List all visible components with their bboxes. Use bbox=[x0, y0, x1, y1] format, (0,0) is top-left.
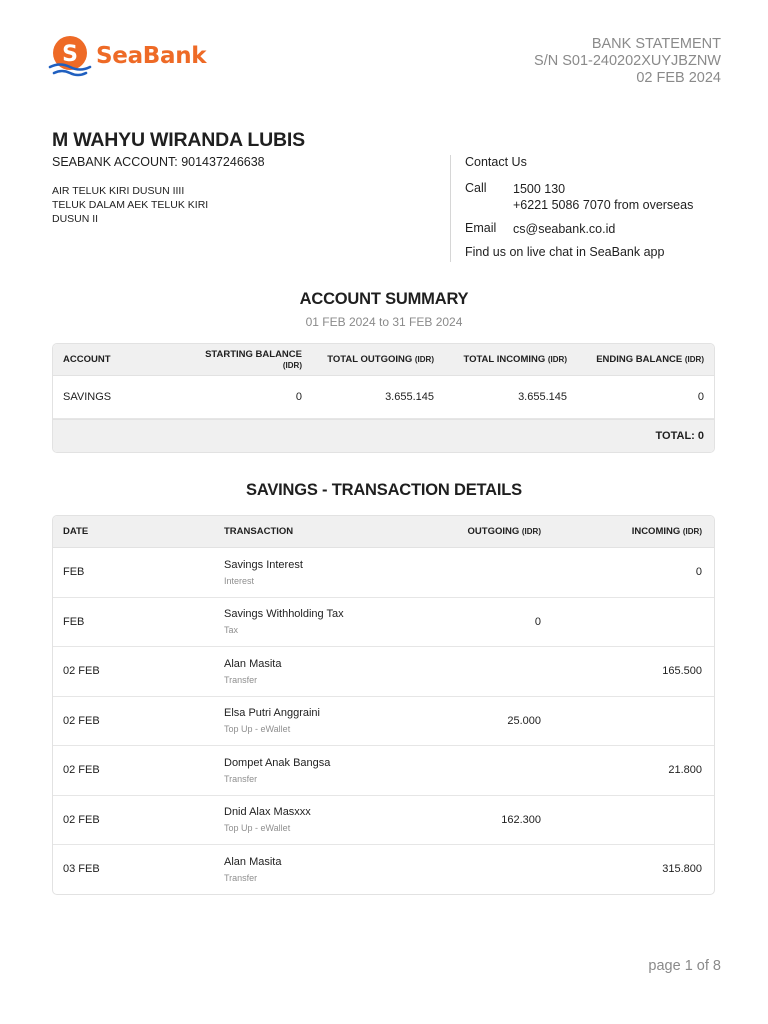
transaction-name: Dnid Alax Masxxx bbox=[224, 806, 311, 819]
page-indicator: page 1 of 8 bbox=[648, 958, 721, 974]
transaction-table: DATE TRANSACTION OUTGOING (IDR) INCOMING… bbox=[52, 515, 715, 895]
call-number[interactable]: 1500 130 bbox=[513, 181, 693, 197]
outgoing-cell: 0 bbox=[534, 615, 541, 628]
incoming-cell: 165.500 bbox=[662, 665, 702, 678]
table-row: 02 FEB Dnid Alax Masxxx Top Up - eWallet … bbox=[53, 796, 714, 845]
column-header: STARTING BALANCE bbox=[205, 348, 302, 360]
table-row: FEB Savings Interest Interest 0 bbox=[53, 548, 714, 598]
ending-balance-cell: 0 bbox=[697, 391, 704, 403]
column-unit: (IDR) bbox=[414, 355, 434, 364]
table-header: DATE TRANSACTION OUTGOING (IDR) INCOMING… bbox=[53, 516, 714, 548]
transaction-type: Top Up - eWallet bbox=[224, 823, 291, 834]
table-row: 02 FEB Alan Masita Transfer 165.500 bbox=[53, 647, 714, 697]
transaction-type: Transfer bbox=[224, 872, 258, 883]
contact-call-row: Call 1500 130 +6221 5086 7070 from overs… bbox=[465, 181, 693, 221]
table-row: 03 FEB Alan Masita Transfer 315.800 bbox=[53, 845, 714, 894]
account-holder-name: M WAHYU WIRANDA LUBIS bbox=[52, 129, 305, 151]
contact-email-row: Email cs@seabank.co.id bbox=[465, 221, 693, 245]
column-header: ENDING BALANCE bbox=[596, 354, 683, 365]
account-cell: SAVINGS bbox=[63, 391, 112, 403]
transaction-type: Interest bbox=[224, 575, 255, 586]
table-row: SAVINGS 0 3.655.145 3.655.145 0 bbox=[53, 376, 714, 419]
column-header: OUTGOING bbox=[467, 526, 520, 537]
table-row: 02 FEB Elsa Putri Anggraini Top Up - eWal… bbox=[53, 697, 714, 746]
svg-text:S: S bbox=[62, 42, 78, 67]
incoming-cell: 0 bbox=[695, 566, 702, 579]
table-header: ACCOUNT STARTING BALANCE (IDR) TOTAL OUT… bbox=[53, 344, 714, 376]
transaction-name: Savings Withholding Tax bbox=[224, 608, 344, 621]
table-row: 02 FEB Dompet Anak Bangsa Transfer 21.800 bbox=[53, 746, 714, 796]
transaction-name: Dompet Anak Bangsa bbox=[224, 756, 331, 769]
call-label: Call bbox=[465, 181, 487, 195]
date-cell: 02 FEB bbox=[63, 813, 100, 826]
statement-date: 02 FEB 2024 bbox=[636, 70, 721, 86]
holder-address: AIR TELUK KIRI DUSUN IIII TELUK DALAM AE… bbox=[52, 184, 208, 226]
date-cell: 03 FEB bbox=[63, 863, 100, 876]
date-cell: 02 FEB bbox=[63, 764, 100, 777]
address-line: AIR TELUK KIRI DUSUN IIII bbox=[52, 185, 185, 197]
column-header: TRANSACTION bbox=[224, 526, 294, 537]
date-cell: 02 FEB bbox=[63, 714, 100, 727]
transaction-type: Transfer bbox=[224, 674, 258, 685]
summary-period: 01 FEB 2024 to 31 FEB 2024 bbox=[305, 315, 463, 329]
contact-divider bbox=[450, 155, 451, 262]
date-cell: FEB bbox=[63, 615, 85, 628]
incoming-cell: 21.800 bbox=[668, 764, 702, 777]
starting-balance-cell: 0 bbox=[295, 391, 302, 403]
address-line: TELUK DALAM AEK TELUK KIRI bbox=[52, 199, 209, 211]
column-unit: (IDR) bbox=[547, 355, 567, 364]
transaction-name: Savings Interest bbox=[224, 558, 303, 571]
address-line: DUSUN II bbox=[52, 213, 99, 225]
email-label: Email bbox=[465, 221, 497, 235]
seabank-logo: S SeaBank bbox=[46, 34, 207, 78]
transaction-details-title: SAVINGS - TRANSACTION DETAILS bbox=[246, 481, 522, 499]
statement-title: BANK STATEMENT bbox=[591, 36, 721, 52]
column-header: DATE bbox=[63, 526, 89, 537]
column-header: TOTAL INCOMING bbox=[463, 354, 546, 365]
column-unit: (IDR) bbox=[282, 360, 302, 370]
column-unit: (IDR) bbox=[684, 355, 704, 364]
account-summary-title: ACCOUNT SUMMARY bbox=[299, 290, 469, 308]
transaction-name: Alan Masita bbox=[224, 855, 282, 868]
contact-title: Contact Us bbox=[465, 155, 527, 169]
column-unit: (IDR) bbox=[682, 527, 702, 536]
total-incoming-cell: 3.655.145 bbox=[518, 391, 567, 403]
brand-name: SeaBank bbox=[96, 43, 207, 69]
transaction-type: Transfer bbox=[224, 773, 258, 784]
column-unit: (IDR) bbox=[521, 527, 541, 536]
transaction-type: Top Up - eWallet bbox=[224, 724, 291, 735]
column-header: INCOMING bbox=[631, 526, 681, 537]
statement-meta: BANK STATEMENT S/N S01-240202XUYJBZNW 02… bbox=[534, 36, 721, 87]
date-cell: 02 FEB bbox=[63, 665, 100, 678]
summary-total: TOTAL: 0 bbox=[53, 419, 714, 452]
account-summary-table: ACCOUNT STARTING BALANCE (IDR) TOTAL OUT… bbox=[52, 343, 715, 453]
contact-block: Contact Us Call 1500 130 +6221 5086 7070… bbox=[465, 155, 693, 259]
date-cell: FEB bbox=[63, 566, 85, 579]
call-number-overseas[interactable]: +6221 5086 7070 from overseas bbox=[513, 197, 693, 213]
column-header: TOTAL OUTGOING bbox=[327, 354, 413, 365]
email-link[interactable]: cs@seabank.co.id bbox=[513, 221, 615, 245]
statement-serial: S/N S01-240202XUYJBZNW bbox=[534, 53, 721, 69]
live-chat-text: Find us on live chat in SeaBank app bbox=[465, 245, 665, 259]
transaction-name: Elsa Putri Anggraini bbox=[224, 707, 320, 720]
outgoing-cell: 162.300 bbox=[501, 813, 541, 826]
transaction-name: Alan Masita bbox=[224, 657, 282, 670]
outgoing-cell: 25.000 bbox=[507, 714, 541, 727]
account-number-line: SEABANK ACCOUNT: 901437246638 bbox=[52, 155, 265, 169]
column-header: ACCOUNT bbox=[63, 354, 111, 365]
total-outgoing-cell: 3.655.145 bbox=[385, 391, 434, 403]
incoming-cell: 315.800 bbox=[662, 863, 702, 876]
transaction-type: Tax bbox=[224, 625, 239, 636]
table-row: FEB Savings Withholding Tax Tax 0 bbox=[53, 598, 714, 647]
seabank-logo-icon: S bbox=[48, 36, 92, 77]
